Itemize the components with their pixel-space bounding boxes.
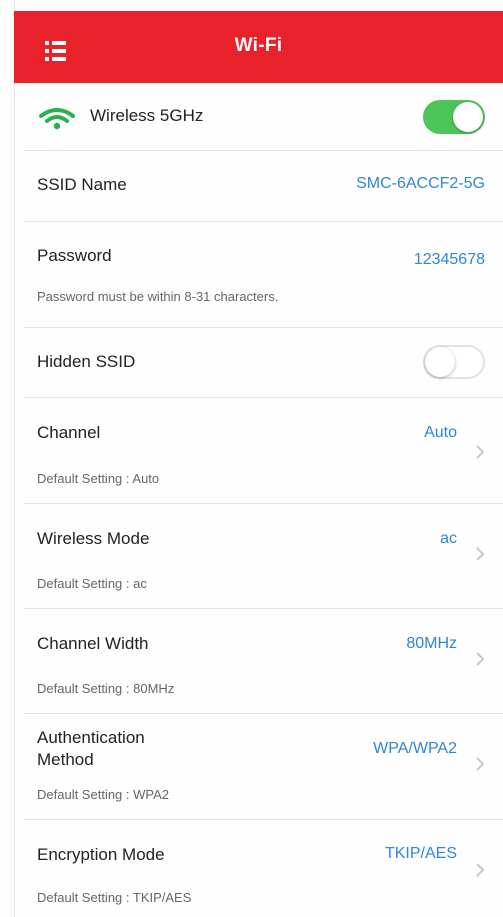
channel-hint: Default Setting : Auto xyxy=(37,471,160,486)
wireless-mode-hint: Default Setting : ac xyxy=(37,576,147,591)
chevron-right-icon xyxy=(476,863,485,877)
chevron-right-icon xyxy=(476,652,485,666)
screen-edge xyxy=(14,0,15,917)
toggle-knob xyxy=(425,347,455,377)
page-title: Wi-Fi xyxy=(234,35,283,56)
channel-label: Channel xyxy=(37,423,101,442)
authentication-method-value: WPA/WPA2 xyxy=(373,740,457,757)
chevron-right-icon xyxy=(476,445,485,459)
ssid-name-label: SSID Name xyxy=(37,175,127,194)
wireless-mode-row[interactable]: Wireless Mode ac Default Setting : ac xyxy=(24,503,503,609)
wifi-settings-screen: Wi-Fi Wireless 5GHz SSID Name SMC-6ACCF2… xyxy=(0,0,503,917)
password-row[interactable]: Password 12345678 Password must be withi… xyxy=(24,221,503,328)
authentication-method-label-line1: Authentication xyxy=(37,728,145,747)
ssid-name-row[interactable]: SSID Name SMC-6ACCF2-5G xyxy=(24,150,503,222)
channel-width-hint: Default Setting : 80MHz xyxy=(37,681,175,696)
wireless-5ghz-label: Wireless 5GHz xyxy=(90,106,204,125)
authentication-method-row[interactable]: Authentication Method WPA/WPA2 Default S… xyxy=(24,713,503,820)
chevron-right-icon xyxy=(476,757,485,771)
authentication-method-label: Authentication Method xyxy=(37,727,145,771)
header-bar: Wi-Fi xyxy=(14,11,503,83)
wireless-mode-value: ac xyxy=(440,530,457,547)
wireless-5ghz-row: Wireless 5GHz xyxy=(24,83,503,151)
toggle-knob xyxy=(453,102,483,132)
channel-width-row[interactable]: Channel Width 80MHz Default Setting : 80… xyxy=(24,608,503,714)
channel-row[interactable]: Channel Auto Default Setting : Auto xyxy=(24,397,503,504)
wireless-mode-label: Wireless Mode xyxy=(37,529,150,548)
encryption-mode-label: Encryption Mode xyxy=(37,845,165,864)
channel-width-value: 80MHz xyxy=(406,635,457,652)
hidden-ssid-row: Hidden SSID xyxy=(24,327,503,398)
wireless-5ghz-toggle[interactable] xyxy=(423,100,485,134)
encryption-mode-value: TKIP/AES xyxy=(384,845,457,862)
password-value[interactable]: 12345678 xyxy=(414,251,485,269)
authentication-method-hint: Default Setting : WPA2 xyxy=(37,787,169,802)
channel-value: Auto xyxy=(424,424,457,441)
ssid-name-value[interactable]: SMC-6ACCF2-5G xyxy=(356,175,485,193)
hidden-ssid-toggle[interactable] xyxy=(423,345,485,379)
encryption-mode-row[interactable]: Encryption Mode TKIP/AES Default Setting… xyxy=(24,819,503,917)
password-hint: Password must be within 8-31 characters. xyxy=(37,289,279,304)
encryption-mode-hint: Default Setting : TKIP/AES xyxy=(37,890,192,905)
hidden-ssid-label: Hidden SSID xyxy=(37,352,136,371)
wifi-icon xyxy=(39,108,75,130)
chevron-right-icon xyxy=(476,547,485,561)
password-label: Password xyxy=(37,246,112,265)
channel-width-label: Channel Width xyxy=(37,634,149,653)
authentication-method-label-line2: Method xyxy=(37,750,94,769)
